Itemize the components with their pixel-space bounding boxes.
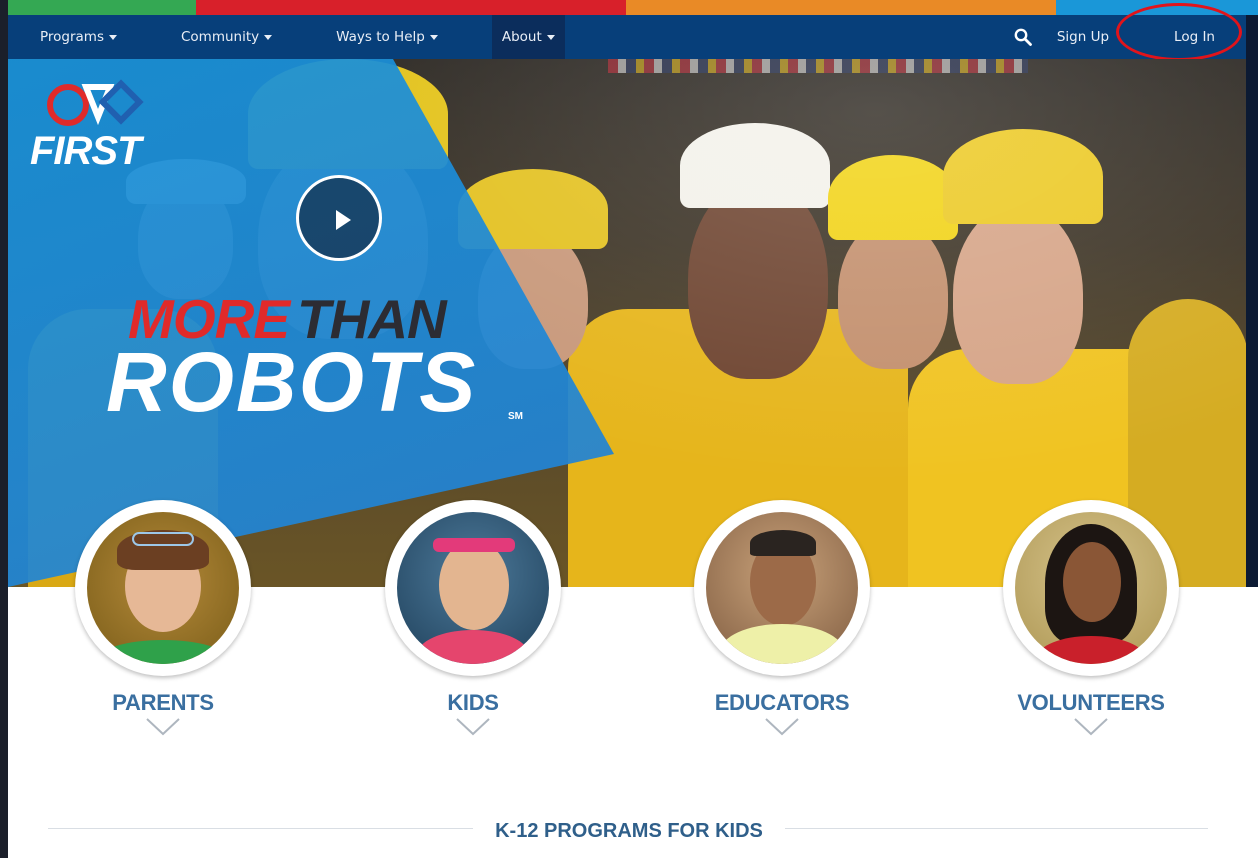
first-logo-text: FIRST [30, 129, 142, 173]
window-right-edge [1246, 15, 1258, 587]
top-nav: Programs Community Ways to Help About Si… [8, 3, 1246, 61]
nav-programs[interactable]: Programs [40, 15, 117, 59]
audience-photo-ring [1003, 500, 1179, 676]
stripe-red [196, 0, 626, 15]
service-mark: SM [508, 411, 523, 422]
photo-shirt [97, 640, 229, 664]
caret-down-icon [264, 35, 273, 40]
section-heading-wrap: K-12 PROGRAMS FOR KIDS [0, 820, 1258, 843]
volunteer-photo [1015, 512, 1167, 664]
photo-face [1063, 542, 1121, 622]
nav-programs-label: Programs [40, 29, 104, 45]
audience-educators[interactable]: EDUCATORS [694, 500, 870, 741]
nav-community[interactable]: Community [181, 15, 273, 59]
nav-ways-to-help-label: Ways to Help [336, 29, 425, 45]
photo-shirt [720, 624, 844, 664]
search-button[interactable] [1003, 15, 1043, 59]
window-left-edge [0, 0, 8, 858]
section-heading: K-12 PROGRAMS FOR KIDS [473, 820, 785, 843]
stripe-orange [626, 0, 1056, 15]
audience-photo-ring [694, 500, 870, 676]
caret-down-icon [109, 35, 117, 40]
photo-shirt [417, 630, 529, 664]
photo-goggles [132, 532, 194, 546]
audience-kids[interactable]: KIDS [385, 500, 561, 741]
nav-community-label: Community [181, 29, 260, 45]
photo-shirt [1037, 636, 1145, 664]
first-logo-icon [47, 79, 144, 126]
audience-photo-ring [75, 500, 251, 676]
photo-hair [750, 530, 816, 556]
photo-face [439, 540, 509, 630]
audience-label: EDUCATORS [714, 690, 850, 715]
photo-headband [433, 538, 515, 552]
chevron-down-icon [146, 718, 180, 736]
audience-volunteers[interactable]: VOLUNTEERS [1003, 500, 1179, 741]
audience-label: KIDS [447, 690, 499, 715]
kid-photo [397, 512, 549, 664]
search-icon [1014, 28, 1032, 46]
educator-photo [706, 512, 858, 664]
chevron-down-icon [765, 718, 799, 736]
nav-about[interactable]: About [491, 15, 565, 59]
chevron-down-icon [456, 718, 490, 736]
chevron-down-icon [1074, 718, 1108, 736]
play-video-button[interactable] [296, 175, 382, 261]
stripe-blue [1056, 0, 1258, 15]
log-in-link[interactable]: Log In [1174, 29, 1215, 45]
tagline-robots: ROBOTS [106, 335, 478, 429]
nav-ways-to-help[interactable]: Ways to Help [336, 15, 438, 59]
caret-down-icon [546, 35, 555, 40]
sign-up-link[interactable]: Sign Up [1057, 29, 1109, 45]
stripe-green [8, 0, 196, 15]
audience-photo-ring [385, 500, 561, 676]
audience-label: PARENTS [112, 690, 214, 715]
audience-parents[interactable]: PARENTS [75, 500, 251, 741]
audience-label: VOLUNTEERS [1017, 690, 1165, 715]
parent-photo [87, 512, 239, 664]
nav-right: Sign Up Log In [1003, 3, 1246, 61]
nav-about-label: About [501, 29, 542, 45]
first-logo[interactable]: FIRST [28, 77, 148, 173]
caret-down-icon [429, 35, 438, 40]
color-stripe [8, 0, 1258, 15]
